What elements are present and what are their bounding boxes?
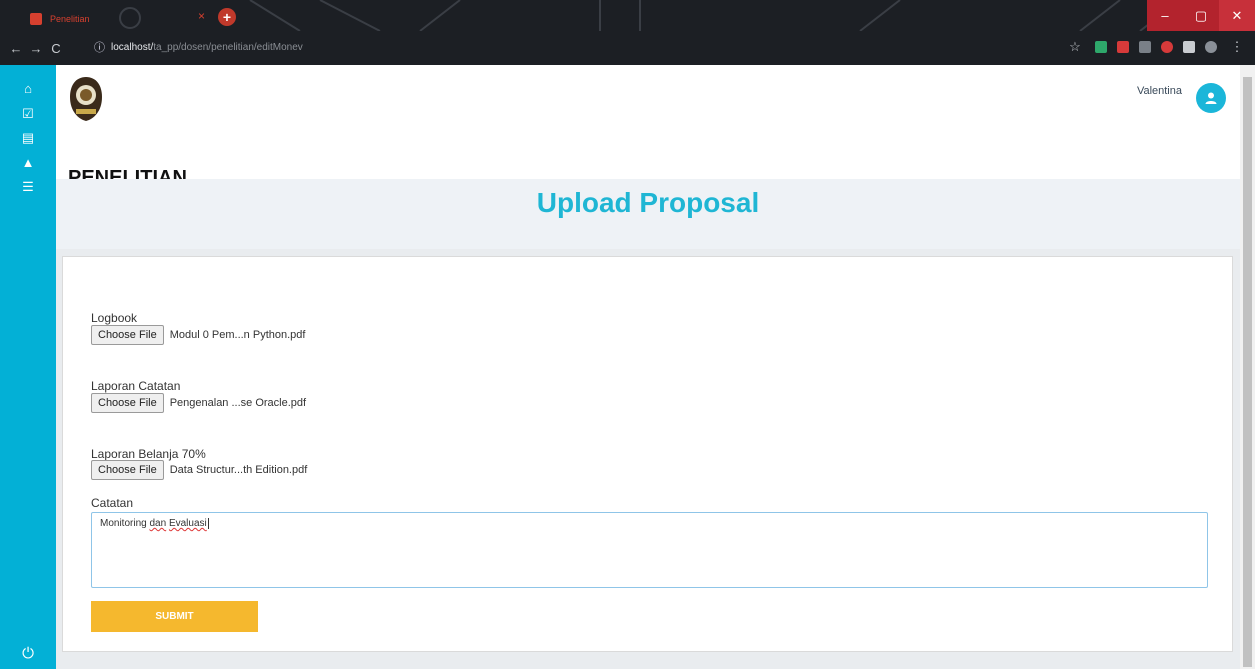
url-field[interactable]: ⓘ localhost/ta_pp/dosen/penelitian/editM… xyxy=(90,35,1050,59)
title-band: Upload Proposal xyxy=(56,179,1240,249)
download-extension-icon[interactable] xyxy=(1139,41,1151,53)
user-name[interactable]: Valentina xyxy=(1137,85,1182,97)
logbook-file-input[interactable]: Choose File Modul 0 Pem...n Python.pdf xyxy=(91,325,305,345)
list-icon[interactable]: ☰ xyxy=(0,179,56,195)
submit-button[interactable]: SUBMIT xyxy=(91,601,258,632)
form-card: Logbook Choose File Modul 0 Pem...n Pyth… xyxy=(62,256,1233,652)
new-tab-button[interactable]: + xyxy=(218,8,236,26)
site-info-icon[interactable]: ⓘ xyxy=(94,39,105,55)
forward-icon[interactable]: → xyxy=(26,41,46,56)
browser-tab[interactable]: Penelitian × xyxy=(22,6,222,31)
page-header: PENELITIAN Valentina xyxy=(56,65,1240,189)
catatan-text-part: Evaluasi xyxy=(168,518,207,529)
laporan-catatan-choose-file-button[interactable]: Choose File xyxy=(91,393,164,413)
laporan-catatan-label: Laporan Catatan xyxy=(91,379,181,393)
laporan-belanja-label: Laporan Belanja 70% xyxy=(91,447,206,461)
record-extension-icon[interactable] xyxy=(1117,41,1129,53)
profile-icon[interactable] xyxy=(1205,41,1217,53)
user-icon xyxy=(1205,92,1217,104)
maximize-icon[interactable]: ▢ xyxy=(1183,0,1219,31)
catatan-textarea[interactable]: Monitoring dan Evaluasi xyxy=(91,512,1208,588)
catatan-text-part: dan xyxy=(149,518,167,529)
home-icon[interactable]: ⌂ xyxy=(0,81,56,96)
scrollbar-thumb[interactable] xyxy=(1243,77,1252,667)
page-title: Upload Proposal xyxy=(536,187,760,218)
puzzle-extension-icon[interactable] xyxy=(1183,41,1195,53)
browser-menu-icon[interactable]: ⋮ xyxy=(1227,39,1247,55)
laporan-catatan-file-name: Pengenalan ...se Oracle.pdf xyxy=(169,397,307,409)
page-footer-band xyxy=(56,656,1240,669)
catatan-text-part: Monitoring xyxy=(100,518,150,529)
site-favicon-icon xyxy=(30,12,42,25)
warning-icon[interactable]: ▲ xyxy=(0,155,56,170)
shield-extension-icon[interactable] xyxy=(1095,41,1107,53)
extension-toolbar: ☆ ⋮ xyxy=(1065,39,1247,55)
laporan-catatan-file-input[interactable]: Choose File Pengenalan ...se Oracle.pdf xyxy=(91,393,306,413)
back-icon[interactable]: ← xyxy=(6,41,26,56)
bookmark-star-icon[interactable]: ☆ xyxy=(1065,39,1085,55)
browser-address-bar: ← → C ⓘ localhost/ta_pp/dosen/penelitian… xyxy=(0,31,1255,65)
catatan-label: Catatan xyxy=(91,496,134,510)
tab-title: Penelitian xyxy=(50,13,90,24)
adblock-extension-icon[interactable] xyxy=(1161,41,1173,53)
text-cursor xyxy=(207,518,209,529)
url-path: ta_pp/dosen/penelitian/editMonev xyxy=(153,41,303,53)
minimize-icon[interactable]: – xyxy=(1147,0,1183,31)
logbook-label: Logbook xyxy=(91,311,138,325)
check-square-icon[interactable]: ☑ xyxy=(0,106,56,122)
laporan-belanja-choose-file-button[interactable]: Choose File xyxy=(91,460,164,480)
logbook-choose-file-button[interactable]: Choose File xyxy=(91,325,164,345)
window-controls: – ▢ ✕ xyxy=(1147,0,1255,31)
document-icon[interactable]: ▤ xyxy=(0,130,56,146)
laporan-belanja-file-input[interactable]: Choose File Data Structur...th Edition.p… xyxy=(91,460,307,480)
laporan-belanja-file-name: Data Structur...th Edition.pdf xyxy=(169,464,308,476)
scrollbar[interactable] xyxy=(1240,65,1255,669)
reload-icon[interactable]: C xyxy=(46,41,66,56)
close-window-icon[interactable]: ✕ xyxy=(1219,0,1255,31)
url-host: localhost/ xyxy=(111,41,154,53)
university-logo xyxy=(70,77,102,121)
browser-tab-bar: Penelitian × + – ▢ ✕ xyxy=(0,0,1255,31)
avatar[interactable] xyxy=(1196,83,1226,113)
sidebar: ⌂ ☑ ▤ ▲ ☰ xyxy=(0,65,56,669)
logbook-file-name: Modul 0 Pem...n Python.pdf xyxy=(169,329,306,341)
power-icon[interactable]: ⏻ xyxy=(0,645,56,662)
tab-close-icon[interactable]: × xyxy=(198,9,205,23)
